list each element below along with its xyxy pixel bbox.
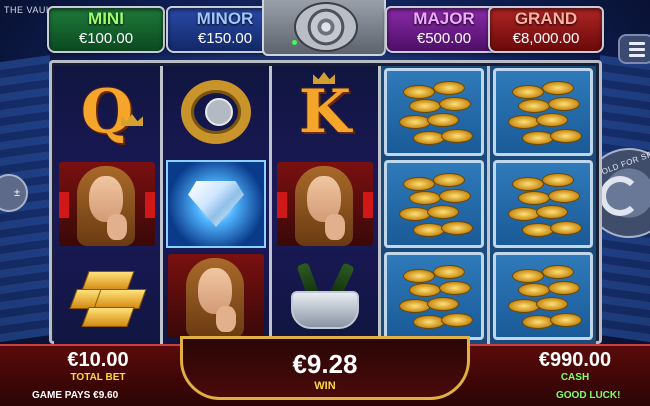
jackpot-grand-amount: €8,000.00	[512, 30, 580, 47]
queen-letter: Q	[80, 77, 134, 147]
gold-bars-icon	[67, 263, 147, 329]
crown-icon	[313, 72, 335, 84]
status-led-icon	[292, 40, 297, 45]
symbol-woman	[57, 160, 157, 248]
total-bet-display[interactable]: €10.00 TOTAL BET	[48, 348, 148, 384]
symbol-woman	[166, 252, 266, 340]
reel-1: Q	[54, 66, 160, 344]
symbol-coins	[493, 252, 593, 340]
reel-2	[163, 66, 269, 344]
win-label: WIN	[314, 380, 336, 392]
symbol-queen: Q	[57, 68, 157, 156]
cash-value: €990.00	[538, 349, 612, 371]
gold-coins-icon	[508, 263, 584, 333]
jackpot-mini-name: MINI	[88, 9, 124, 28]
gold-coins-icon	[508, 171, 584, 241]
jackpot-mini-amount: €100.00	[78, 30, 134, 47]
total-bet-label: TOTAL BET	[70, 372, 126, 383]
symbol-gold-bars	[57, 252, 157, 340]
woman-icon	[59, 162, 155, 246]
hamburger-icon	[629, 42, 645, 45]
diamond-ring-icon	[181, 80, 251, 144]
reel-3: K	[272, 66, 378, 344]
spin-arrow-icon	[600, 176, 640, 216]
jackpot-grand: GRAND €8,000.00	[488, 6, 604, 53]
gold-coins-icon	[508, 79, 584, 149]
woman-icon	[277, 162, 373, 246]
status-message: GOOD LUCK!	[556, 390, 621, 401]
symbol-coins	[384, 160, 484, 248]
symbol-ring	[166, 68, 266, 156]
reel-grid: Q K	[49, 60, 602, 344]
symbol-coins	[493, 68, 593, 156]
symbol-coins	[493, 160, 593, 248]
hamburger-icon-bar	[629, 54, 645, 57]
game-stage: THE VAULT MINI €100.00 MINOR €150.00 MAJ…	[0, 0, 650, 406]
symbol-king: K	[275, 68, 375, 156]
woman-icon	[168, 254, 264, 338]
gold-coins-icon	[399, 79, 475, 149]
jackpot-major: MAJOR €500.00	[385, 6, 503, 53]
cash-label: CASH	[560, 372, 590, 383]
symbol-diamond	[166, 160, 266, 248]
game-pays-text: GAME PAYS €9.60	[32, 390, 119, 401]
gold-coins-icon	[399, 171, 475, 241]
king-letter: K	[298, 77, 352, 147]
jackpot-major-amount: €500.00	[416, 30, 472, 47]
win-display: €9.28 WIN	[180, 336, 470, 400]
total-bet-value: €10.00	[67, 349, 129, 371]
hamburger-icon-bar	[629, 48, 645, 51]
cash-display: €990.00 CASH	[520, 348, 630, 384]
symbol-champagne	[275, 252, 375, 340]
champagne-bucket-icon	[285, 261, 365, 331]
symbol-woman	[275, 160, 375, 248]
jackpot-mini: MINI €100.00	[47, 6, 165, 53]
diamond-icon	[188, 181, 244, 227]
symbol-coins	[384, 68, 484, 156]
jackpot-major-name: MAJOR	[413, 9, 475, 28]
vault-door-logo	[262, 0, 386, 56]
plus-minus-icon: ±	[13, 187, 20, 199]
menu-button[interactable]	[618, 34, 650, 64]
reel-5	[490, 66, 596, 344]
vault-dial-icon	[294, 2, 358, 52]
gold-coins-icon	[399, 263, 475, 333]
win-value: €9.28	[292, 349, 358, 379]
symbol-coins	[384, 252, 484, 340]
reel-4	[381, 66, 487, 344]
jackpot-grand-name: GRAND	[514, 9, 578, 28]
